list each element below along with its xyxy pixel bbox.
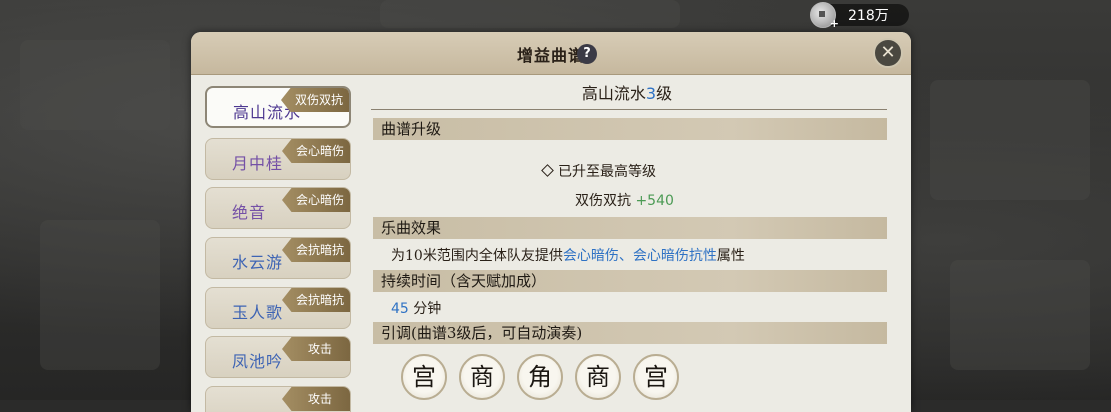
dialog-title: 增益曲谱: [516, 46, 585, 65]
song-title: 高山流水3级: [367, 80, 887, 104]
title-divider: [371, 109, 887, 110]
coin-plus-icon[interactable]: +: [810, 2, 839, 30]
effect-prefix: 为10米范围内全体队友提供: [391, 248, 563, 264]
song-name: 水云游: [232, 253, 284, 272]
song-title-level: 3: [645, 84, 657, 103]
note-2: 商: [459, 354, 505, 400]
close-icon[interactable]: ✕: [873, 38, 903, 68]
score-buff-dialog: 增益曲谱 ? ✕ 高山流水 双伤双抗 月中桂 会心暗伤 绝音 会心暗伤 水云游 …: [191, 32, 911, 412]
currency-display[interactable]: + 218万: [810, 2, 909, 30]
song-tag: 攻击: [282, 337, 350, 361]
effect-heading: 乐曲效果: [373, 217, 887, 239]
song-tag: 会心暗伤: [282, 188, 350, 212]
song-item-3[interactable]: 绝音 会心暗伤: [205, 187, 351, 229]
song-item-1[interactable]: 高山流水 双伤双抗: [205, 86, 351, 128]
upgrade-status: 已升至最高等级: [541, 161, 656, 181]
song-name: 绝音: [232, 203, 267, 222]
song-tag: 攻击: [282, 387, 350, 411]
dialog-header: 增益曲谱 ? ✕: [191, 32, 911, 75]
duration-unit: 分钟: [413, 301, 442, 317]
duration-heading: 持续时间（含天赋加成）: [373, 270, 887, 292]
song-item-2[interactable]: 月中桂 会心暗伤: [205, 138, 351, 180]
song-name: 凤池吟: [232, 352, 284, 371]
prelude-heading: 引调(曲谱3级后，可自动演奏): [373, 322, 887, 344]
effect-highlight: 会心暗伤、会心暗伤抗性: [562, 248, 717, 264]
diamond-icon: [541, 164, 554, 177]
bonus-value: +540: [635, 193, 674, 209]
upgrade-heading: 曲谱升级: [373, 118, 887, 140]
currency-value: 218万: [848, 8, 889, 24]
upgrade-bonus: 双伤双抗 +540: [575, 190, 674, 210]
note-3: 角: [517, 354, 563, 400]
song-item-4[interactable]: 水云游 会抗暗抗: [205, 237, 351, 279]
song-title-name: 高山流水: [581, 84, 646, 103]
song-item-7[interactable]: 攻击: [205, 386, 351, 412]
song-tag: 会抗暗抗: [282, 238, 350, 262]
note-5: 宫: [633, 354, 679, 400]
song-tag: 会心暗伤: [282, 139, 350, 163]
song-title-level-suffix: 级: [656, 84, 673, 103]
song-tag: 双伤双抗: [281, 88, 349, 112]
song-tag: 会抗暗抗: [282, 288, 350, 312]
effect-suffix: 属性: [716, 248, 745, 264]
bonus-label: 双伤双抗: [575, 193, 631, 209]
duration-value: 45: [391, 301, 409, 317]
song-item-5[interactable]: 玉人歌 会抗暗抗: [205, 287, 351, 329]
note-1: 宫: [401, 354, 447, 400]
effect-text: 为10米范围内全体队友提供会心暗伤、会心暗伤抗性属性: [391, 245, 745, 265]
song-item-6[interactable]: 凤池吟 攻击: [205, 336, 351, 378]
song-name: 月中桂: [232, 154, 284, 173]
duration-text: 45 分钟: [391, 298, 441, 318]
note-4: 商: [575, 354, 621, 400]
song-name: 玉人歌: [232, 303, 284, 322]
help-icon[interactable]: ?: [577, 44, 597, 64]
upgrade-status-text: 已升至最高等级: [558, 164, 656, 180]
